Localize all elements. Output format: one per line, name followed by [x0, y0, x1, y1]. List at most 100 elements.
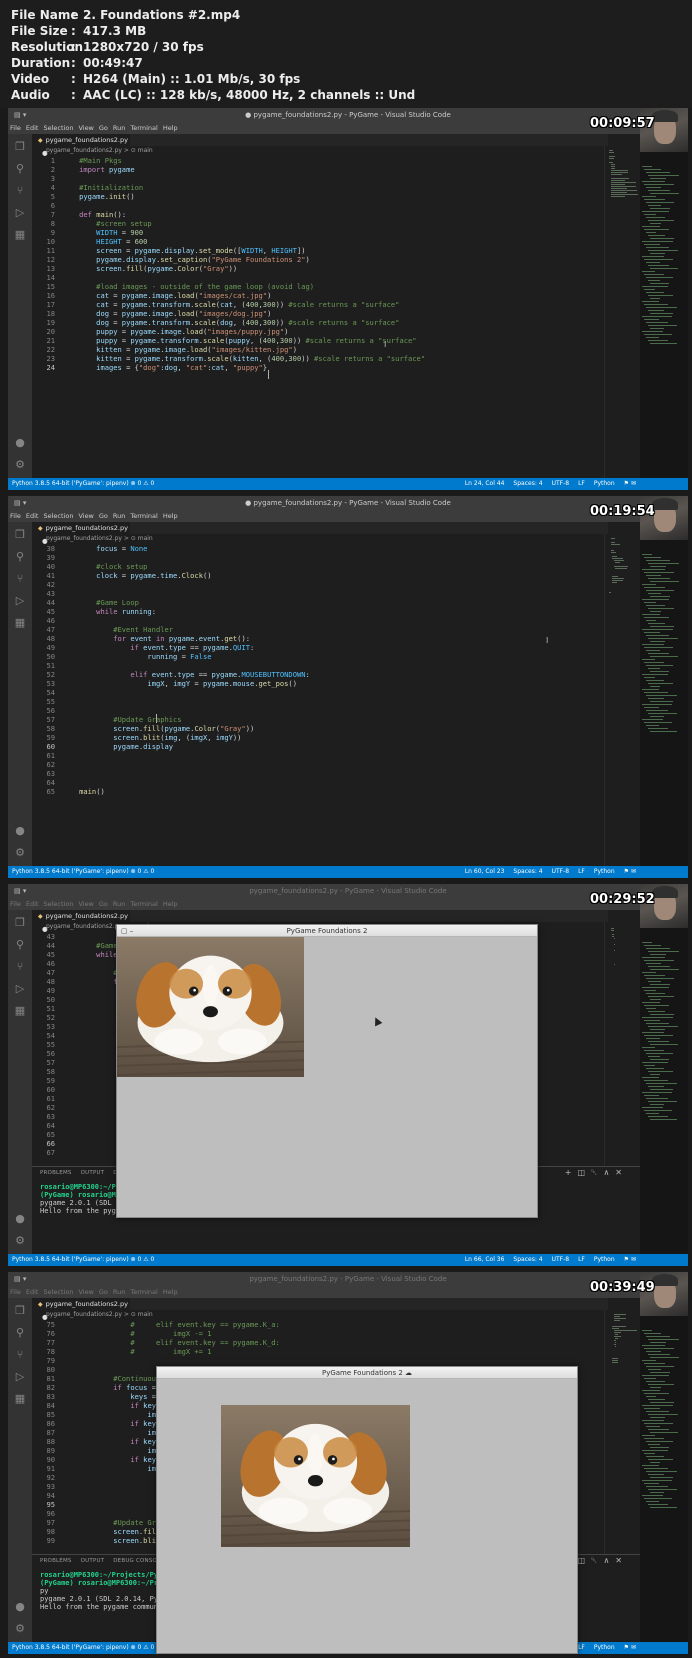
puppy-sprite[interactable] [221, 1405, 410, 1547]
window-menu-icon[interactable]: ▤ ▾ [14, 108, 26, 122]
menu-item-edit[interactable]: Edit [26, 1288, 39, 1296]
window-menu-icon[interactable]: ▤ ▾ [14, 496, 26, 510]
status-notifications-icon[interactable]: ⚑ ✉ [624, 1644, 636, 1651]
menu-item-terminal[interactable]: Terminal [130, 124, 157, 132]
minimap[interactable] [604, 146, 640, 478]
menu-item-file[interactable]: File [10, 512, 21, 520]
status-notifications-icon[interactable]: ⚑ ✉ [624, 868, 636, 875]
status-encoding[interactable]: UTF-8 [552, 480, 570, 487]
status-eol[interactable]: LF [578, 868, 585, 875]
status-notifications-icon[interactable]: ⚑ ✉ [624, 480, 636, 487]
menu-item-file[interactable]: File [10, 900, 21, 908]
explorer-icon[interactable]: ❐ [13, 916, 27, 930]
status-language[interactable]: Python [594, 1644, 615, 1651]
pygame-window[interactable]: PyGame Foundations 2 ☁ [156, 1366, 578, 1654]
menu-item-view[interactable]: View [78, 1288, 93, 1296]
menu-item-go[interactable]: Go [99, 512, 108, 520]
chevron-up-icon[interactable]: ∧ [603, 1556, 615, 1565]
trash-icon[interactable]: ␡ [591, 1168, 603, 1177]
menu-item-run[interactable]: Run [113, 1288, 125, 1296]
menu-item-edit[interactable]: Edit [26, 512, 39, 520]
status-python-interpreter[interactable]: Python 3.8.5 64-bit ('PyGame': pipenv) ⊗… [12, 868, 154, 875]
panel-tab[interactable]: OUTPUT [81, 1170, 105, 1176]
status-eol[interactable]: LF [578, 1644, 585, 1651]
code-editor[interactable]: 38 focus = None 39 40 #clock setup 41 clock… [32, 544, 602, 866]
menu-item-selection[interactable]: Selection [43, 512, 73, 520]
menu-item-edit[interactable]: Edit [26, 124, 39, 132]
status-encoding[interactable]: UTF-8 [552, 868, 570, 875]
menu-item-go[interactable]: Go [99, 1288, 108, 1296]
puppy-sprite[interactable] [117, 937, 304, 1077]
pygame-window[interactable]: ▢ – PyGame Foundations 2 [116, 924, 538, 1218]
status-python-interpreter[interactable]: Python 3.8.5 64-bit ('PyGame': pipenv) ⊗… [12, 1256, 154, 1263]
tab-pygame-foundations2[interactable]: ◆ pygame_foundations2.py ● [32, 522, 130, 545]
search-icon[interactable]: ⚲ [13, 162, 27, 176]
extensions-icon[interactable]: ▦ [13, 1004, 27, 1018]
status-cursor-position[interactable]: Ln 66, Col 36 [465, 1256, 505, 1263]
settings-gear-icon[interactable]: ⚙ [13, 1622, 27, 1636]
menu-item-terminal[interactable]: Terminal [130, 1288, 157, 1296]
trash-icon[interactable]: ␡ [591, 1556, 603, 1565]
menu-item-view[interactable]: View [78, 124, 93, 132]
menu-item-view[interactable]: View [78, 900, 93, 908]
account-icon[interactable]: ● [13, 1600, 27, 1614]
explorer-icon[interactable]: ❐ [13, 528, 27, 542]
code-editor[interactable]: 1 #Main Pkgs 2 import pygame 3 4 #Initializ… [32, 156, 602, 478]
menu-item-run[interactable]: Run [113, 900, 125, 908]
status-python-interpreter[interactable]: Python 3.8.5 64-bit ('PyGame': pipenv) ⊗… [12, 1644, 154, 1651]
source-control-icon[interactable]: ⑂ [13, 572, 27, 586]
menu-item-go[interactable]: Go [99, 900, 108, 908]
status-language[interactable]: Python [594, 1256, 615, 1263]
extensions-icon[interactable]: ▦ [13, 228, 27, 242]
pygame-canvas[interactable] [157, 1379, 577, 1653]
extensions-icon[interactable]: ▦ [13, 1392, 27, 1406]
menu-item-run[interactable]: Run [113, 124, 125, 132]
menu-item-help[interactable]: Help [163, 124, 178, 132]
source-control-icon[interactable]: ⑂ [13, 184, 27, 198]
explorer-icon[interactable]: ❐ [13, 1304, 27, 1318]
pygame-canvas[interactable] [117, 937, 537, 1217]
status-python-interpreter[interactable]: Python 3.8.5 64-bit ('PyGame': pipenv) ⊗… [12, 480, 154, 487]
status-indentation[interactable]: Spaces: 4 [513, 480, 542, 487]
pygame-window-menu-icon[interactable]: ▢ – [121, 925, 133, 937]
run-debug-icon[interactable]: ▷ [13, 594, 27, 608]
menu-item-file[interactable]: File [10, 124, 21, 132]
split-terminal-icon[interactable]: ◫ [577, 1168, 591, 1177]
split-terminal-icon[interactable]: ◫ [577, 1556, 591, 1565]
status-cursor-position[interactable]: Ln 24, Col 44 [465, 480, 505, 487]
status-eol[interactable]: LF [578, 1256, 585, 1263]
panel-tab[interactable]: PROBLEMS [40, 1558, 72, 1564]
source-control-icon[interactable]: ⑂ [13, 1348, 27, 1362]
status-eol[interactable]: LF [578, 480, 585, 487]
menu-item-selection[interactable]: Selection [43, 1288, 73, 1296]
menu-item-help[interactable]: Help [163, 1288, 178, 1296]
menu-item-go[interactable]: Go [99, 124, 108, 132]
window-menu-icon[interactable]: ▤ ▾ [14, 884, 26, 898]
tab-pygame-foundations2[interactable]: ◆ pygame_foundations2.py ● [32, 910, 130, 933]
tab-pygame-foundations2[interactable]: ◆ pygame_foundations2.py ● [32, 1298, 130, 1321]
close-icon[interactable]: ✕ [615, 1168, 628, 1177]
run-debug-icon[interactable]: ▷ [13, 982, 27, 996]
menu-item-file[interactable]: File [10, 1288, 21, 1296]
settings-gear-icon[interactable]: ⚙ [13, 1234, 27, 1248]
chevron-up-icon[interactable]: ∧ [603, 1168, 615, 1177]
source-control-icon[interactable]: ⑂ [13, 960, 27, 974]
status-cursor-position[interactable]: Ln 60, Col 23 [465, 868, 505, 875]
window-menu-icon[interactable]: ▤ ▾ [14, 1272, 26, 1286]
account-icon[interactable]: ● [13, 1212, 27, 1226]
menu-item-selection[interactable]: Selection [43, 900, 73, 908]
panel-tab[interactable]: PROBLEMS [40, 1170, 72, 1176]
settings-gear-icon[interactable]: ⚙ [13, 458, 27, 472]
search-icon[interactable]: ⚲ [13, 938, 27, 952]
explorer-icon[interactable]: ❐ [13, 140, 27, 154]
status-indentation[interactable]: Spaces: 4 [513, 1256, 542, 1263]
menu-item-run[interactable]: Run [113, 512, 125, 520]
menu-item-terminal[interactable]: Terminal [130, 512, 157, 520]
search-icon[interactable]: ⚲ [13, 1326, 27, 1340]
tab-pygame-foundations2[interactable]: ◆ pygame_foundations2.py ● [32, 134, 130, 157]
close-icon[interactable]: ✕ [615, 1556, 628, 1565]
minimap[interactable] [604, 534, 640, 866]
run-debug-icon[interactable]: ▷ [13, 1370, 27, 1384]
status-notifications-icon[interactable]: ⚑ ✉ [624, 1256, 636, 1263]
search-icon[interactable]: ⚲ [13, 550, 27, 564]
